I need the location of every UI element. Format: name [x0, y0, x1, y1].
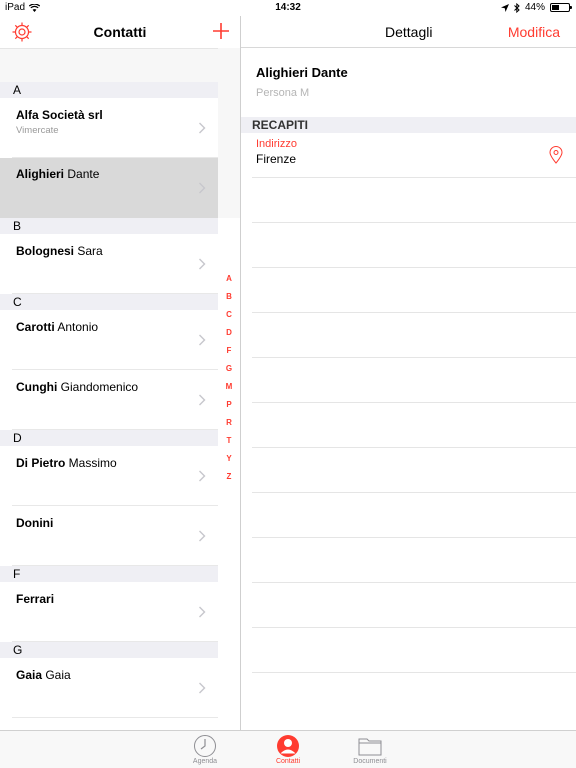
person-icon: [276, 734, 300, 758]
contact-row-name: Donini: [16, 516, 54, 530]
contact-row[interactable]: Bolognesi Sara: [12, 234, 218, 294]
list-top-gap: [0, 48, 218, 82]
contact-row-subtitle: Vimercate: [16, 125, 59, 136]
index-letter-b[interactable]: B: [220, 288, 238, 306]
contact-list[interactable]: A Alfa Società srl Vimercate Alighieri Dant…: [0, 48, 218, 730]
list-side-strip: [218, 48, 240, 218]
details-navbar: Dettagli Modifica: [241, 16, 576, 48]
chevron-right-icon: [199, 258, 206, 270]
folder-icon: [358, 734, 382, 758]
contact-row-name: Di Pietro Massimo: [16, 456, 117, 470]
chevron-right-icon: [199, 394, 206, 406]
clock-icon: [193, 734, 217, 758]
contact-row-name: Alfa Società srl: [16, 108, 103, 122]
index-letter-p[interactable]: P: [220, 396, 238, 414]
tab-bar: Agenda Contatti Documenti: [0, 730, 576, 768]
empty-detail-rows: [252, 177, 576, 717]
chevron-right-icon: [199, 334, 206, 346]
section-header-c: C: [0, 294, 218, 310]
contact-row[interactable]: Ferrari: [12, 582, 218, 642]
index-letter-r[interactable]: R: [220, 414, 238, 432]
contact-row[interactable]: Cunghi Giandomenico: [12, 370, 218, 430]
contact-row-name: Bolognesi Sara: [16, 244, 103, 258]
app-window: iPad 14:32 44% Contatti A Alfa Società s…: [0, 0, 576, 768]
address-label: Indirizzo: [256, 138, 297, 150]
details-title: Dettagli: [385, 24, 433, 40]
status-bar: iPad 14:32 44%: [0, 0, 576, 16]
index-letter-z[interactable]: Z: [220, 468, 238, 486]
bluetooth-icon: [514, 2, 520, 13]
contacts-title: Contatti: [93, 24, 147, 40]
chevron-right-icon: [199, 530, 206, 542]
contact-name: Alighieri Dante: [256, 65, 348, 80]
address-value[interactable]: Firenze: [256, 152, 296, 166]
contact-type: Persona M: [256, 87, 310, 99]
contact-row[interactable]: Alfa Società srl Vimercate: [12, 98, 218, 158]
tab-label: Contatti: [275, 758, 301, 765]
index-letter-d[interactable]: D: [220, 324, 238, 342]
contact-row[interactable]: Giacomini: [12, 718, 218, 730]
battery-percent: 44%: [524, 2, 545, 13]
add-icon[interactable]: [211, 21, 231, 41]
map-pin-icon[interactable]: [549, 146, 563, 164]
edit-button[interactable]: Modifica: [508, 24, 560, 40]
contact-row-name: Gaia Gaia: [16, 668, 71, 682]
contact-row[interactable]: Gaia Gaia: [12, 658, 218, 718]
contact-row-name: Cunghi Giandomenico: [16, 380, 139, 394]
tab-label: Agenda: [192, 758, 218, 765]
alphabet-index[interactable]: ABCDFGMPRTYZ: [220, 270, 238, 486]
contact-row[interactable]: Carotti Antonio: [12, 310, 218, 370]
tab-label: Documenti: [353, 758, 387, 765]
battery-icon: [550, 3, 572, 12]
recapiti-section-header: RECAPITI: [241, 117, 576, 133]
index-letter-a[interactable]: A: [220, 270, 238, 288]
contact-row[interactable]: Di Pietro Massimo: [12, 446, 218, 506]
section-header-g: G: [0, 642, 218, 658]
contacts-pane: Contatti A Alfa Società srl Vimercate Aligh…: [0, 16, 240, 730]
index-letter-c[interactable]: C: [220, 306, 238, 324]
index-letter-t[interactable]: T: [220, 432, 238, 450]
section-header-a: A: [0, 82, 218, 98]
index-letter-g[interactable]: G: [220, 360, 238, 378]
section-header-b: B: [0, 218, 218, 234]
chevron-right-icon: [199, 122, 206, 134]
tab-agenda[interactable]: Agenda: [175, 731, 235, 768]
section-header-d: D: [0, 430, 218, 446]
status-time: 14:32: [275, 2, 301, 13]
index-letter-f[interactable]: F: [220, 342, 238, 360]
chevron-right-icon: [199, 182, 206, 194]
section-header-f: F: [0, 566, 218, 582]
chevron-right-icon: [199, 606, 206, 618]
contact-row[interactable]: Alighieri Dante: [0, 158, 218, 218]
contact-row-name: Alighieri Dante: [16, 167, 100, 181]
tab-contatti[interactable]: Contatti: [258, 731, 318, 768]
chevron-right-icon: [199, 682, 206, 694]
details-pane: Dettagli Modifica Alighieri Dante Person…: [241, 16, 576, 730]
contact-row-name: Carotti Antonio: [16, 320, 99, 334]
location-arrow-icon: [500, 3, 509, 12]
contact-row[interactable]: Donini: [12, 506, 218, 566]
contact-row-name: Ferrari: [16, 592, 55, 606]
tab-documenti[interactable]: Documenti: [340, 731, 400, 768]
chevron-right-icon: [199, 470, 206, 482]
contacts-navbar: Contatti: [0, 16, 240, 48]
index-letter-m[interactable]: M: [220, 378, 238, 396]
index-letter-y[interactable]: Y: [220, 450, 238, 468]
